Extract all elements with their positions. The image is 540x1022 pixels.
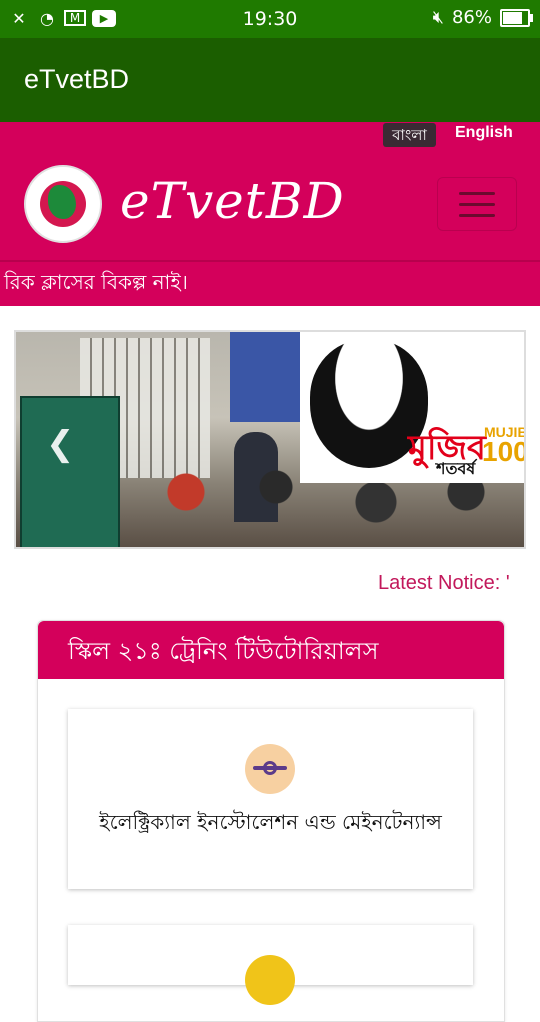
battery-percent: 86% — [451, 7, 492, 28]
photo-cabinet — [20, 396, 120, 547]
menu-line-icon — [459, 214, 495, 217]
app-title: eTvetBD — [24, 64, 130, 94]
app-bar: eTvetBD — [0, 38, 540, 122]
training-card-title: স্কিল ২১ঃ ট্রেনিং টিউটোরিয়ালস — [68, 637, 379, 665]
mute-icon: 🔇︎ — [432, 7, 444, 28]
knot-icon-part — [263, 761, 277, 775]
status-bar: ✕ ◔ M ▶ 19:30 🔇︎ 86% — [0, 0, 540, 38]
notice-ticker: Latest Notice: ' — [0, 560, 521, 600]
hamburger-menu-button[interactable] — [437, 177, 517, 231]
mujib-english-number: 100 — [482, 436, 526, 467]
site-brand[interactable]: eTvetBD — [120, 172, 345, 230]
scrolling-marquee: রিক ক্লাসের বিকল্প নাই। — [4, 270, 188, 294]
status-right: 🔇︎ 86% — [432, 7, 533, 28]
latest-notice-label[interactable]: Latest Notice: ' — [378, 572, 510, 595]
training-tile-icon — [245, 955, 295, 1005]
menu-line-icon — [459, 192, 495, 195]
mujib-logo: মুজিব শতবর্ষ MUJIB 100 — [300, 332, 526, 483]
training-tile[interactable] — [68, 925, 473, 1005]
mujib-bangla-subtext: শতবর্ষ — [436, 459, 476, 478]
training-card-header: স্কিল ২১ঃ ট্রেনিং টিউটোরিয়ালস — [38, 621, 504, 679]
image-carousel[interactable]: ❮ মুজিব শতবর্ষ MUJIB 100 — [14, 330, 526, 549]
training-tile[interactable]: ইলেক্ট্রিক্যাল ইনস্টোলেশন এন্ড মেইনটেন্য… — [68, 709, 473, 889]
battery-icon — [500, 8, 533, 27]
language-english-button[interactable]: English — [455, 124, 513, 142]
battery-fill — [503, 11, 522, 24]
language-bangla-button[interactable]: বাংলা — [383, 123, 436, 147]
knot-icon — [245, 744, 295, 794]
carousel-prev-icon[interactable]: ❮ — [46, 424, 75, 464]
government-logo[interactable] — [24, 165, 102, 243]
header-divider — [0, 260, 540, 262]
training-tile-label: ইলেক্ট্রিক্যাল ইনস্টোলেশন এন্ড মেইনটেন্য… — [99, 810, 442, 834]
menu-line-icon — [459, 203, 495, 206]
